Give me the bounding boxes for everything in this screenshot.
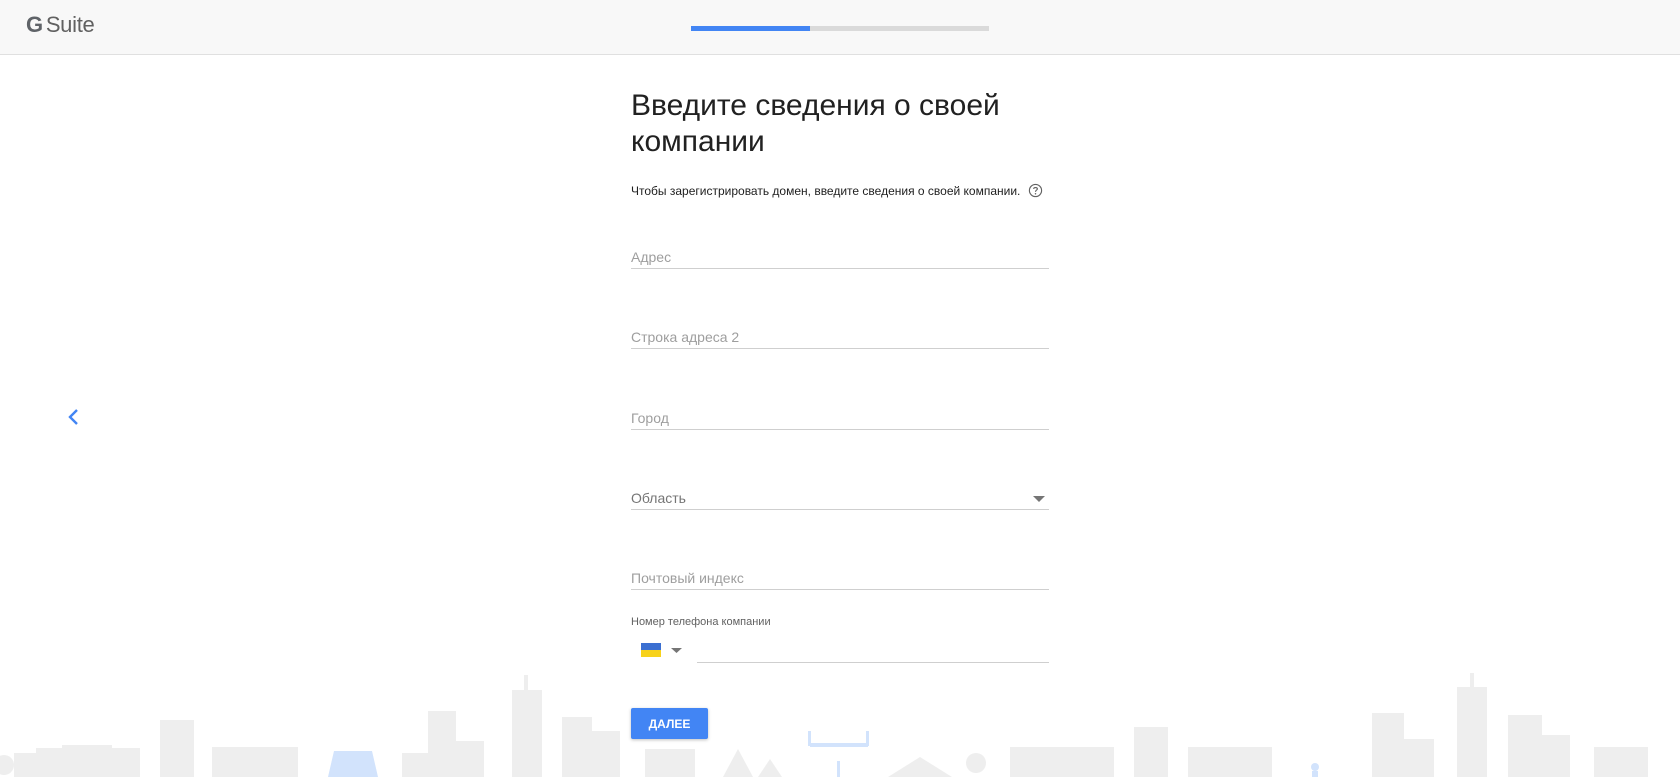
gsuite-logo: G Suite — [26, 12, 95, 38]
page-subtitle: Чтобы зарегистрировать домен, введите св… — [631, 183, 1043, 201]
postal-code-field — [631, 559, 1049, 590]
phone-field — [697, 632, 1049, 663]
address-input[interactable] — [631, 249, 1049, 265]
phone-input[interactable] — [697, 643, 1049, 659]
region-label: Область — [631, 490, 686, 506]
top-bar: G Suite — [0, 0, 1680, 55]
page-title: Введите сведения о своей компании — [631, 88, 1049, 160]
progress-fill — [691, 26, 811, 31]
region-select[interactable]: Область — [631, 479, 1049, 510]
city-field — [631, 399, 1049, 430]
page-title-line1: Введите сведения о своей — [631, 89, 1000, 122]
page-title-line2: компании — [631, 125, 765, 158]
address-line2-input[interactable] — [631, 329, 1049, 345]
company-form: Введите сведения о своей компании Чтобы … — [631, 88, 1049, 739]
logo-g: G — [26, 12, 43, 37]
phone-label: Номер телефона компании — [631, 616, 771, 628]
city-skyline-illustration — [0, 673, 1648, 777]
chevron-left-icon — [68, 409, 78, 425]
progress-bar — [691, 26, 989, 31]
ukraine-flag-icon[interactable] — [641, 643, 661, 657]
country-dropdown-icon[interactable] — [671, 648, 682, 653]
address-field — [631, 238, 1049, 269]
help-circle-icon[interactable] — [1028, 183, 1043, 201]
back-button[interactable] — [62, 405, 86, 429]
postal-code-input[interactable] — [631, 570, 1049, 586]
logo-text: Suite — [45, 12, 95, 37]
subtitle-text: Чтобы зарегистрировать домен, введите св… — [631, 184, 1021, 198]
address-line2-field — [631, 318, 1049, 349]
dropdown-arrow-icon — [1033, 496, 1045, 502]
city-input[interactable] — [631, 410, 1049, 426]
